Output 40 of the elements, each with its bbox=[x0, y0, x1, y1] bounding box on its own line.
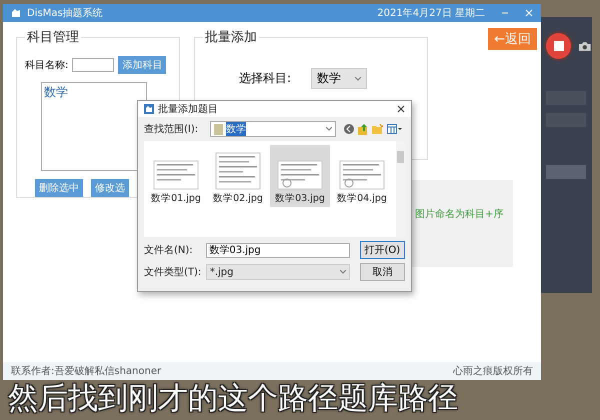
file-item[interactable]: 数学01.jpg bbox=[146, 145, 206, 207]
status-text: 联系作者:吾爱破解私信shanoner bbox=[11, 364, 162, 378]
caret-icon bbox=[355, 76, 362, 80]
camera-icon[interactable] bbox=[578, 40, 592, 52]
field-label: 文件类型(T): bbox=[144, 266, 202, 279]
app-icon bbox=[144, 104, 154, 114]
subject-item[interactable]: 数学 bbox=[42, 83, 146, 102]
file-name-field[interactable]: 数学03.jpg bbox=[206, 242, 350, 258]
file-type-dropdown[interactable]: *.jpg bbox=[206, 264, 350, 280]
close-icon[interactable] bbox=[397, 105, 405, 113]
field-label: 科目名称: bbox=[25, 58, 68, 72]
file-item[interactable]: 数学04.jpg bbox=[332, 145, 392, 207]
copyright-text: 心雨之痕版权所有 bbox=[453, 364, 533, 378]
group-title: 批量添加 bbox=[204, 29, 258, 46]
hint-text: 图片命名为科目+序 bbox=[415, 209, 504, 220]
caret-icon bbox=[340, 270, 346, 274]
subtitle-caption: 然后找到刚才的这个路径题库路径 bbox=[8, 380, 458, 418]
field-label: 文件名(N): bbox=[144, 244, 194, 257]
group-title: 科目管理 bbox=[26, 29, 80, 46]
folder-icon bbox=[214, 124, 223, 134]
open-button[interactable]: 打开(O) bbox=[360, 241, 405, 259]
subject-dropdown[interactable]: 数学 bbox=[311, 68, 368, 89]
stop-record-button[interactable] bbox=[544, 31, 574, 61]
file-item[interactable]: 数学02.jpg bbox=[208, 145, 268, 207]
file-item[interactable]: 数学03.jpg bbox=[270, 145, 330, 207]
field-label: 查找范围(I): bbox=[144, 122, 200, 136]
view-menu-icon[interactable] bbox=[387, 124, 402, 134]
subject-name-field[interactable] bbox=[72, 58, 114, 72]
date-text: 2021年4月27日 星期二 bbox=[377, 6, 485, 20]
panel-row bbox=[546, 165, 586, 179]
cancel-button[interactable]: 取消 bbox=[360, 263, 405, 281]
field-label: 选择科目: bbox=[239, 70, 292, 87]
caret-icon bbox=[326, 127, 332, 131]
new-folder-icon[interactable] bbox=[372, 124, 383, 134]
look-in-dropdown[interactable]: 数学 bbox=[210, 121, 336, 137]
back-icon[interactable] bbox=[344, 124, 354, 134]
up-folder-icon[interactable] bbox=[358, 124, 368, 134]
window-title: DisMas抽题系统 bbox=[27, 6, 103, 20]
app-icon bbox=[11, 8, 21, 18]
dialog-title: 批量添加题目 bbox=[158, 102, 218, 116]
